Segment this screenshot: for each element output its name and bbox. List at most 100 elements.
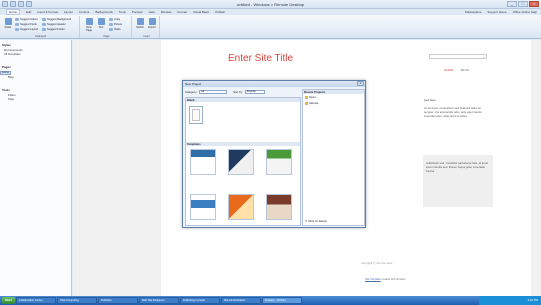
checkbox-icon: ☐	[305, 220, 308, 223]
panel-item[interactable]: All Templates	[0, 52, 71, 56]
suggest-layout-button[interactable]: Suggest Layout	[15, 28, 38, 31]
tab-insert-format[interactable]: Insert & Format	[37, 10, 58, 14]
tab-preview[interactable]: Preview	[132, 10, 143, 14]
recent-projects-panel: Recent Projects Open... Sample ☐ More on …	[302, 89, 365, 226]
minimize-button[interactable]: _	[507, 1, 517, 7]
panel-section-title: Pages	[2, 65, 11, 69]
system-tray-clock: 4:32 PM	[479, 296, 541, 305]
start-button[interactable]: Start	[2, 297, 15, 304]
blank-template-thumbnail[interactable]	[189, 106, 203, 124]
nav-blog-link[interactable]: BLOG	[461, 68, 469, 72]
category-label: Category:	[185, 90, 198, 94]
taskbar-button-active[interactable]: Artisteer - Untitled	[261, 297, 302, 304]
suggest-header-button[interactable]: Suggest Header	[42, 23, 66, 26]
text-icon	[97, 18, 105, 25]
body-text: on sit amet, consectetur sed pharetra te…	[424, 106, 482, 118]
tab-visual-basic[interactable]: Visual Basic	[193, 10, 209, 14]
ribbon-group-page: New Page Text Links Picture Video Page	[82, 16, 132, 38]
picture-icon	[109, 23, 113, 26]
paste-icon	[4, 18, 12, 25]
ribbon-group-clipboard: Paste Suggest Colors Suggest Fonts Sugge…	[2, 16, 80, 38]
video-icon	[109, 28, 113, 31]
sort-label: Sort by:	[233, 90, 243, 94]
copyright-text: Copyright © your site name	[361, 262, 393, 265]
file-icon	[305, 101, 308, 105]
tab-help[interactable]: Help	[149, 10, 155, 14]
support-home-link[interactable]: Support Home	[487, 10, 506, 14]
template-gallery: Blank Templates	[185, 97, 301, 226]
taskbar: Start Collaboration Center Chat Computin…	[0, 296, 541, 305]
tab-window[interactable]: Window	[161, 10, 172, 14]
switch-button[interactable]: Switch	[135, 18, 145, 29]
taskbar-button[interactable]: Chat Computing	[56, 297, 97, 304]
taskbar-button[interactable]: Publishing Console	[179, 297, 220, 304]
folder-icon	[305, 95, 308, 99]
paste-button[interactable]: Paste	[3, 18, 13, 29]
more-on-startup-option[interactable]: ☐ More on Startup	[305, 220, 327, 223]
suggest-colors-button[interactable]: Suggest Colors	[15, 18, 38, 21]
ribbon-group-label: Insert	[143, 35, 150, 38]
template-thumbnail[interactable]	[266, 194, 292, 220]
taskbar-button[interactable]: Site Administration	[220, 297, 261, 304]
tab-layout[interactable]: Layout	[64, 10, 73, 14]
taskbar-button[interactable]: Web Site Designers	[138, 297, 179, 304]
links-icon	[109, 18, 113, 21]
tab-tools[interactable]: Tools	[119, 10, 126, 14]
tab-format[interactable]: Format	[177, 10, 187, 14]
layout-icon	[15, 28, 19, 31]
footer-icon	[42, 28, 46, 31]
export-icon	[148, 18, 156, 25]
dialog-filter-bar: Category: All Sort by: Popular	[185, 89, 297, 95]
taskbar-button[interactable]: Publisher	[97, 297, 138, 304]
links-button[interactable]: Links	[109, 18, 120, 21]
category-select[interactable]: All	[199, 90, 228, 94]
maximize-button[interactable]: □	[518, 1, 528, 7]
suggest-fonts-button[interactable]: Suggest Fonts	[15, 23, 37, 26]
office-online-help-link[interactable]: Office Online Help	[513, 10, 537, 14]
search-icon: ⌕	[483, 55, 485, 59]
marketplace-link[interactable]: Marketplace	[465, 10, 481, 14]
templates-section-header: Templates	[186, 142, 300, 146]
panel-item[interactable]: Tags	[0, 97, 71, 101]
panel-item-blog[interactable]: Blog	[0, 75, 71, 79]
dialog-close-button[interactable]: ×	[357, 81, 364, 86]
window-controls: _ □ ×	[507, 1, 539, 7]
suggest-footer-button[interactable]: Suggest Footer	[42, 28, 65, 31]
video-button[interactable]: Video	[109, 28, 121, 31]
taskbar-button[interactable]: Collaboration Center	[15, 297, 56, 304]
close-button[interactable]: ×	[529, 1, 539, 7]
ribbon-group-insert: Switch Export Insert	[134, 16, 160, 38]
tab-content[interactable]: Content	[79, 10, 90, 14]
template-thumbnail[interactable]	[266, 149, 292, 175]
tab-publish[interactable]: Publish	[215, 10, 225, 14]
help-links: Marketplace Support Home Office Online H…	[465, 10, 537, 14]
blank-section-header: Blank	[186, 98, 300, 102]
colors-icon	[15, 18, 19, 21]
background-icon	[42, 18, 46, 21]
template-thumbnail[interactable]	[228, 194, 254, 220]
dialog-title-bar: New Project ×	[183, 81, 365, 87]
template-thumbnail[interactable]	[190, 149, 216, 175]
tab-backgrounds[interactable]: Backgrounds	[95, 10, 113, 14]
blank-page-icon	[192, 109, 200, 121]
left-panel: Styles My Documents All Templates Pages …	[0, 40, 72, 296]
nav-home-link[interactable]: HOME	[444, 68, 453, 72]
ribbon-group-label: Page	[103, 35, 110, 38]
new-project-dialog: New Project × Category: All Sort by: Pop…	[182, 80, 366, 228]
footer-credit: Site Template created with Artisteer	[365, 278, 406, 281]
text-button[interactable]: Text	[96, 18, 106, 29]
new-page-button[interactable]: New Page	[84, 18, 94, 32]
picture-button[interactable]: Picture	[109, 23, 122, 26]
template-thumbnail[interactable]	[228, 149, 254, 175]
tab-edit[interactable]: Edit	[26, 10, 31, 14]
suggest-background-button[interactable]: Suggest Background	[42, 18, 71, 21]
site-title[interactable]: Enter Site Title	[228, 53, 293, 64]
ribbon: Paste Suggest Colors Suggest Fonts Sugge…	[0, 15, 541, 39]
template-thumbnail[interactable]	[190, 194, 216, 220]
site-search-input[interactable]: ⌕	[429, 54, 487, 59]
export-button[interactable]: Export	[147, 18, 157, 29]
recent-sample-item[interactable]: Sample	[303, 100, 364, 106]
footer-template-link[interactable]: Site Template	[365, 278, 381, 281]
sort-select[interactable]: Popular	[244, 90, 265, 94]
ribbon-group-label: Clipboard	[34, 35, 47, 38]
